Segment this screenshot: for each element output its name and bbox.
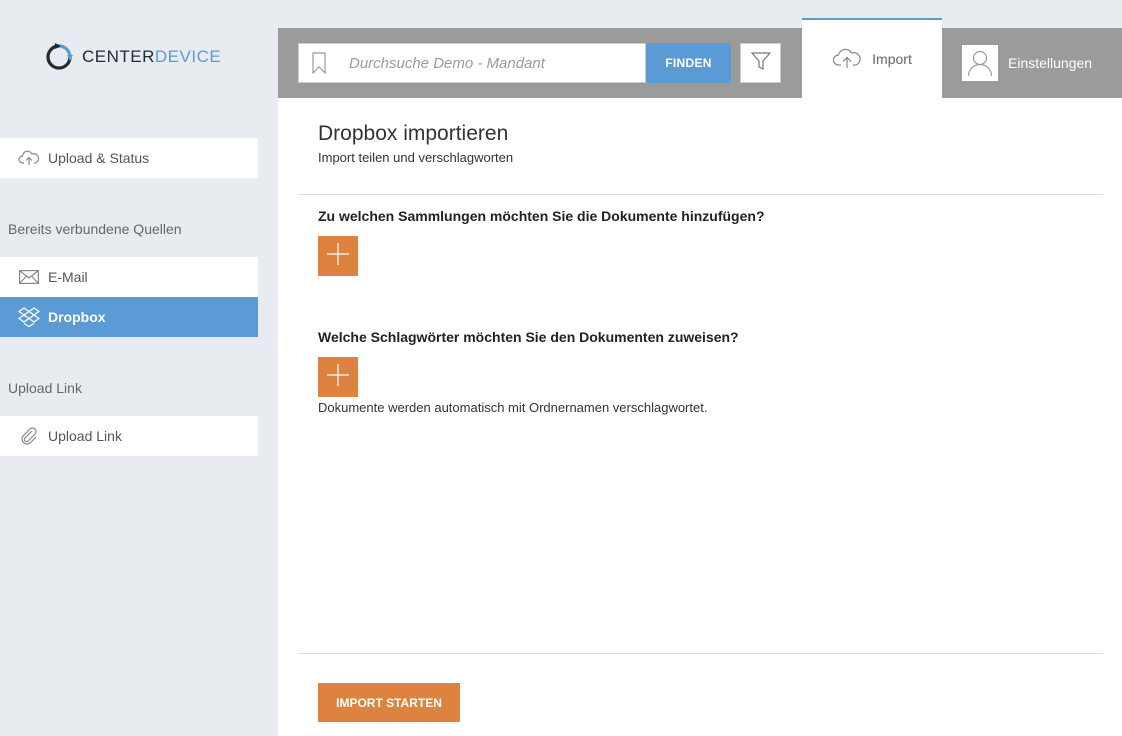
cloud-upload-icon (18, 147, 40, 169)
cloud-upload-icon (832, 46, 872, 73)
divider (298, 653, 1103, 654)
sidebar-heading-upload-link: Upload Link (8, 380, 82, 396)
question-collections: Zu welchen Sammlungen möchten Sie die Do… (318, 208, 765, 224)
sidebar-item-upload-status[interactable]: Upload & Status (0, 138, 258, 178)
tags-hint: Dokumente werden automatisch mit Ordnern… (318, 400, 708, 415)
search-input[interactable] (349, 54, 639, 72)
user-icon (962, 45, 998, 81)
tab-settings-label: Einstellungen (1008, 55, 1093, 71)
add-tag-button[interactable] (318, 357, 358, 397)
sidebar-heading-connected: Bereits verbundene Quellen (8, 221, 182, 237)
sidebar-item-label: E-Mail (48, 269, 88, 285)
page-title: Dropbox importieren (318, 122, 509, 145)
sidebar-item-label: Upload & Status (48, 150, 150, 166)
sidebar-item-label: Dropbox (48, 309, 106, 325)
filter-button[interactable] (740, 43, 781, 83)
divider (298, 194, 1103, 195)
sidebar-item-dropbox[interactable]: Dropbox (0, 297, 258, 337)
sidebar-item-label: Upload Link (48, 428, 122, 444)
tab-import-label: Import (872, 51, 912, 67)
sidebar-item-email[interactable]: E-Mail (0, 257, 258, 297)
tab-import[interactable]: Import (802, 18, 942, 98)
start-import-button[interactable]: IMPORT STARTEN (318, 683, 460, 722)
sidebar: Upload & Status Bereits verbundene Quell… (0, 0, 278, 736)
question-tags: Welche Schlagwörter möchten Sie den Doku… (318, 329, 739, 345)
plus-icon (326, 363, 350, 392)
plus-icon (326, 242, 350, 271)
filter-icon (750, 51, 771, 76)
main-panel: Dropbox importieren Import teilen und ve… (278, 98, 1122, 736)
paperclip-icon (18, 425, 40, 447)
search-box (298, 43, 646, 83)
sidebar-item-upload-link[interactable]: Upload Link (0, 416, 258, 456)
find-button[interactable]: FINDEN (646, 43, 731, 83)
top-bar: FINDEN Import Einstellungen (278, 18, 1122, 98)
bookmark-icon[interactable] (299, 52, 339, 74)
add-collection-button[interactable] (318, 236, 358, 276)
tab-settings[interactable]: Einstellungen (962, 43, 1092, 83)
dropbox-icon (18, 306, 40, 328)
page-subtitle: Import teilen und verschlagworten (318, 150, 514, 165)
envelope-icon (18, 266, 40, 288)
